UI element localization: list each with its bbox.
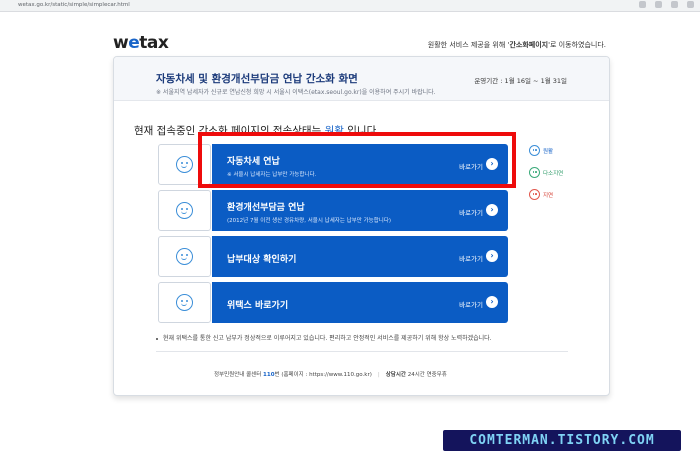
logo-text-post: tax (139, 33, 169, 53)
smile-icon (176, 202, 193, 219)
status-post: 입니다. (343, 125, 380, 137)
smile-icon (176, 248, 193, 265)
service-notice: 현재 위택스를 통한 신고 납부가 정상적으로 이루어지고 있습니다. 편리하고… (156, 333, 492, 342)
wetax-shortcut-button[interactable]: 위택스 바로가기 바로가기 › (212, 282, 508, 323)
chevron-right-icon: › (486, 204, 498, 216)
legend-delay: 지연 (529, 189, 579, 201)
menu-row-car-tax: 자동차세 연납 ※ 서울시 납세자는 납부만 가능합니다. 바로가기 › (158, 144, 508, 185)
watermark-text: COMTERMAN.TISTORY.COM (469, 433, 655, 448)
smile-icon (176, 156, 193, 173)
chevron-right-icon: › (486, 158, 498, 170)
menu-desc: ※ 서울시 납세자는 납부만 가능합니다. (227, 172, 317, 178)
menu-title: 환경개선부담금 연납 (227, 203, 305, 213)
redirect-notice-bold: 간소화페이지 (509, 41, 549, 49)
page-title: 자동차세 및 환경개선부담금 연납 간소화 화면 (156, 73, 358, 85)
status-face-box (158, 144, 211, 185)
footer-contact: 정부민원안내 콜센터 110번 (홈페이지 : https://www.110.… (214, 372, 447, 378)
call-center-post[interactable]: 번 (홈페이지 : https://www.110.go.kr) (275, 372, 372, 378)
legend-label: 다소지연 (543, 171, 564, 177)
chevron-right-icon: › (486, 250, 498, 262)
page: wetax.go.kr/static/simple/simplecar.html… (0, 0, 700, 467)
go-label: 바로가기 (459, 255, 483, 263)
connection-status: 현재 접속중인 간소화 페이지의 접속상태는 원활 입니다. (134, 123, 380, 138)
seoul-notice: ※ 서울지역 납세자가 신규로 연납신청 희망 시 서울시 이택스(etax.s… (156, 89, 436, 96)
redirect-notice-pre: 원활한 서비스 제공을 위해 ' (427, 41, 510, 49)
logo-text-e: e (128, 33, 140, 53)
menu-title: 납부대상 확인하기 (227, 255, 297, 265)
smile-icon (529, 145, 540, 156)
go-label: 바로가기 (459, 163, 483, 171)
menu-icon[interactable] (687, 1, 694, 8)
legend-slow: 다소지연 (529, 167, 579, 179)
url-text[interactable]: wetax.go.kr/static/simple/simplecar.html (18, 0, 130, 10)
call-center-pre: 정부민원안내 콜센터 (214, 372, 264, 378)
extension-icon[interactable] (639, 1, 646, 8)
go-label: 바로가기 (459, 209, 483, 217)
menu-row-env-charge: 환경개선부담금 연납 (2012년 7월 이전 생산 경유차량, 서울시 납세자… (158, 190, 508, 231)
chevron-right-icon: › (486, 296, 498, 308)
redirect-notice-post: '로 이동하였습니다. (548, 41, 606, 49)
blog-watermark: COMTERMAN.TISTORY.COM (443, 430, 681, 451)
status-face-box (158, 190, 211, 231)
hours-value: 24시간 연중무휴 (405, 372, 447, 378)
browser-toolbar (639, 1, 694, 8)
menu-title: 위택스 바로가기 (227, 301, 289, 311)
hours-label: 상담시간 (385, 372, 406, 378)
status-value: 원활 (324, 125, 344, 137)
status-pre: 현재 접속중인 간소화 페이지의 접속상태는 (134, 125, 325, 137)
menu-row-wetax: 위택스 바로가기 바로가기 › (158, 282, 508, 323)
divider (156, 351, 568, 352)
menu-title: 자동차세 연납 (227, 157, 280, 167)
menu-desc: (2012년 7월 이전 생산 경유차량, 서울시 납세자는 납부만 가능합니다… (227, 218, 392, 224)
neutral-face-icon (529, 167, 540, 178)
star-icon[interactable] (655, 1, 662, 8)
call-center-number: 110 (263, 372, 275, 378)
status-legend: 원활 다소지연 지연 (529, 145, 579, 211)
legend-label: 원활 (543, 149, 554, 155)
logo-text-pre: w (113, 33, 129, 53)
sad-face-icon (529, 189, 540, 200)
car-tax-annual-button[interactable]: 자동차세 연납 ※ 서울시 납세자는 납부만 가능합니다. 바로가기 › (212, 144, 508, 185)
wetax-logo[interactable]: wetax (113, 33, 169, 53)
legend-label: 지연 (543, 193, 554, 199)
go-label: 바로가기 (459, 301, 483, 309)
status-face-box (158, 282, 211, 323)
smile-icon (176, 294, 193, 311)
main-card: 자동차세 및 환경개선부담금 연납 간소화 화면 ※ 서울지역 납세자가 신규로… (113, 56, 610, 396)
operation-period: 운영기간 : 1월 16일 ~ 1월 31일 (474, 77, 567, 85)
card-header: 자동차세 및 환경개선부담금 연납 간소화 화면 ※ 서울지역 납세자가 신규로… (114, 57, 609, 101)
profile-icon[interactable] (671, 1, 678, 8)
browser-address-bar: wetax.go.kr/static/simple/simplecar.html (0, 0, 700, 12)
redirect-notice: 원활한 서비스 제공을 위해 '간소화페이지'로 이동하였습니다. (428, 40, 606, 50)
env-charge-annual-button[interactable]: 환경개선부담금 연납 (2012년 7월 이전 생산 경유차량, 서울시 납세자… (212, 190, 508, 231)
status-face-box (158, 236, 211, 277)
legend-smooth: 원활 (529, 145, 579, 157)
menu-row-check-target: 납부대상 확인하기 바로가기 › (158, 236, 508, 277)
service-notice-text: 현재 위택스를 통한 신고 납부가 정상적으로 이루어지고 있습니다. 편리하고… (163, 335, 492, 342)
check-target-button[interactable]: 납부대상 확인하기 바로가기 › (212, 236, 508, 277)
